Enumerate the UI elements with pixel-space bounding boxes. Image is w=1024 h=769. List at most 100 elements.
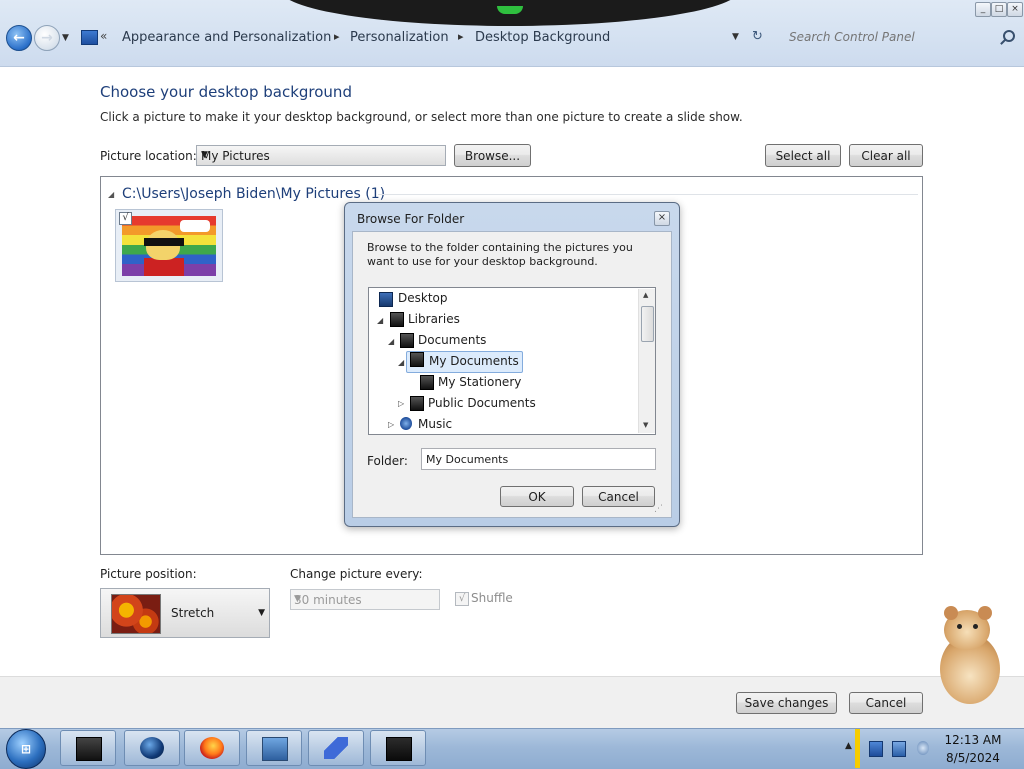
recent-pages-dropdown-icon[interactable]: ▼	[62, 33, 69, 43]
picture-position-dropdown[interactable]: Stretch ▼	[100, 588, 270, 638]
tree-item-documents[interactable]: Documents	[418, 330, 486, 350]
tree-expander-icon[interactable]: ◢	[388, 337, 394, 346]
hamster-eye	[957, 624, 962, 629]
save-changes-button[interactable]: Save changes	[736, 692, 837, 714]
tree-item-my-stationery[interactable]: My Stationery	[438, 372, 521, 392]
folder-icon	[420, 375, 434, 390]
breadcrumb-desktop-background[interactable]: Desktop Background	[475, 30, 610, 45]
hamster-ear	[978, 606, 992, 620]
thumbnail-checkbox[interactable]: √	[119, 212, 132, 225]
collapse-group-icon[interactable]: ◢	[108, 190, 114, 199]
maximize-button[interactable]: □	[991, 2, 1007, 17]
tree-item-desktop[interactable]: Desktop	[398, 288, 448, 308]
show-hidden-icons-icon[interactable]: ▲	[845, 741, 852, 751]
address-dropdown-icon[interactable]: ▼	[732, 32, 739, 42]
chevron-down-icon: ▼	[201, 150, 208, 160]
shuffle-checkbox[interactable]: √	[455, 592, 469, 606]
folder-field[interactable]	[421, 448, 656, 470]
back-button[interactable]: ←	[6, 25, 32, 51]
taskbar-firefox-button[interactable]	[184, 730, 240, 766]
dialog-ok-button[interactable]: OK	[500, 486, 574, 507]
minimize-button[interactable]: _	[975, 2, 991, 17]
network-icon[interactable]	[892, 741, 906, 757]
select-all-button[interactable]: Select all	[765, 144, 841, 167]
forward-arrow-icon: →	[41, 30, 53, 46]
dialog-title: Browse For Folder	[357, 212, 465, 226]
change-interval-dropdown[interactable]: 30 minutes ▼	[290, 589, 440, 610]
bird-icon	[324, 737, 348, 759]
clear-all-button[interactable]: Clear all	[849, 144, 923, 167]
network-setup-icon	[262, 737, 288, 761]
thumbnail-figure-glasses	[144, 238, 184, 246]
folder-group-header[interactable]: C:\Users\Joseph Biden\My Pictures (1)	[122, 186, 385, 202]
volume-icon[interactable]	[917, 741, 929, 755]
breadcrumb-separator-icon[interactable]: ▸	[458, 30, 464, 43]
picture-location-dropdown[interactable]: My Pictures ▼	[196, 145, 446, 166]
tree-expander-icon[interactable]: ◢	[377, 316, 383, 325]
dialog-close-button[interactable]: ×	[654, 211, 670, 226]
globe-icon	[140, 737, 164, 759]
picture-position-label: Picture position:	[100, 567, 197, 581]
cancel-button[interactable]: Cancel	[849, 692, 923, 714]
tree-item-my-documents[interactable]: My Documents	[406, 351, 523, 373]
forward-button[interactable]: →	[34, 25, 60, 51]
hamster-desktop-pet[interactable]	[930, 604, 1008, 708]
desktop-folder-icon	[379, 292, 393, 307]
decoration-glow	[497, 6, 523, 14]
shuffle-label: Shuffle	[471, 591, 513, 605]
thumbnail-speech-bubble	[180, 220, 210, 232]
thumbnail-figure-body	[144, 258, 184, 276]
search-icon[interactable]	[1003, 30, 1015, 42]
resize-grip-icon[interactable]: ⋰	[654, 504, 663, 514]
scroll-down-icon[interactable]: ▼	[643, 421, 648, 429]
start-button[interactable]: ⊞	[6, 729, 46, 769]
tree-expander-icon[interactable]: ◢	[398, 358, 404, 367]
tree-expander-icon[interactable]: ▷	[398, 399, 404, 408]
thumbnail-image	[122, 216, 216, 276]
taskbar-bird-button[interactable]	[308, 730, 364, 766]
hamster-eye	[973, 624, 978, 629]
taskbar-network-button[interactable]	[246, 730, 302, 766]
folder-icon	[410, 352, 424, 367]
scroll-up-icon[interactable]: ▲	[643, 291, 648, 299]
terminal-icon	[76, 737, 102, 761]
close-button[interactable]: ×	[1007, 2, 1023, 17]
search-box[interactable]	[779, 25, 1019, 51]
breadcrumb-overflow[interactable]: «	[100, 29, 107, 43]
folder-icon	[410, 396, 424, 411]
dialog-cancel-button[interactable]: Cancel	[582, 486, 655, 507]
breadcrumb-appearance[interactable]: Appearance and Personalization	[122, 30, 331, 45]
search-input[interactable]	[779, 25, 1017, 49]
clock-time[interactable]: 12:13 AM	[940, 733, 1006, 747]
page-instructions: Click a picture to make it your desktop …	[100, 110, 743, 124]
firefox-icon	[200, 737, 224, 759]
browse-button[interactable]: Browse...	[454, 144, 531, 167]
chevron-down-icon: ▼	[258, 608, 265, 618]
documents-library-icon	[400, 333, 414, 348]
picture-position-value: Stretch	[171, 606, 215, 620]
change-picture-label: Change picture every:	[290, 567, 423, 581]
taskbar-globe-button[interactable]	[124, 730, 180, 766]
group-divider	[378, 194, 918, 195]
breadcrumb-separator-icon[interactable]: ▸	[334, 30, 340, 43]
breadcrumb-personalization[interactable]: Personalization	[350, 30, 449, 45]
scrollbar-thumb[interactable]	[641, 306, 654, 342]
media-icon	[386, 737, 412, 761]
taskbar-media-button[interactable]	[370, 730, 426, 766]
picture-location-label: Picture location:	[100, 149, 197, 163]
folder-label: Folder:	[367, 454, 408, 468]
refresh-icon[interactable]: ↻	[752, 29, 763, 44]
tree-item-libraries[interactable]: Libraries	[408, 309, 460, 329]
music-library-icon	[400, 417, 412, 430]
clock-date[interactable]: 8/5/2024	[940, 751, 1006, 765]
tree-item-music[interactable]: Music	[418, 414, 452, 434]
position-preview-image	[111, 594, 161, 634]
tree-item-public-documents[interactable]: Public Documents	[428, 393, 536, 413]
tray-app-icon[interactable]	[869, 741, 883, 757]
dialog-description: Browse to the folder containing the pict…	[367, 241, 633, 268]
tree-expander-icon[interactable]: ▷	[388, 420, 394, 429]
tree-scrollbar[interactable]: ▲ ▼	[638, 289, 655, 433]
taskbar-terminal-button[interactable]	[60, 730, 116, 766]
page-title: Choose your desktop background	[100, 83, 352, 101]
control-panel-icon	[81, 30, 98, 45]
